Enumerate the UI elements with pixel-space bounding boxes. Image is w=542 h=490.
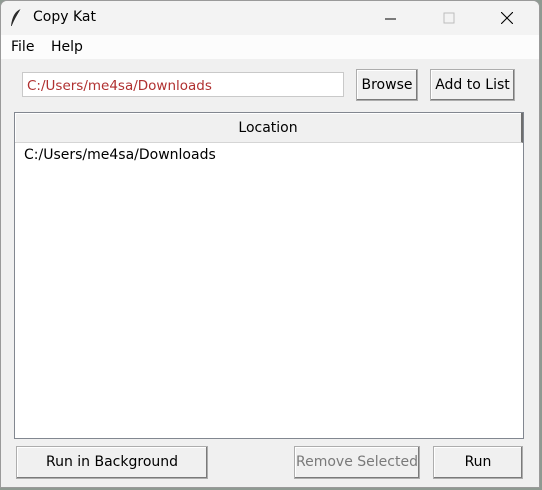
path-input[interactable]	[22, 72, 344, 97]
browse-button[interactable]: Browse	[356, 69, 418, 101]
title-bar[interactable]: Copy Kat	[1, 1, 539, 35]
location-list[interactable]: Location C:/Users/me4sa/Downloads	[14, 112, 524, 439]
menu-bar: File Help	[1, 35, 539, 59]
menu-file[interactable]: File	[11, 39, 34, 55]
close-icon	[501, 12, 513, 24]
run-button[interactable]: Run	[433, 446, 523, 479]
minimize-icon	[385, 18, 396, 20]
run-in-background-button[interactable]: Run in Background	[16, 446, 208, 479]
remove-selected-button: Remove Selected	[294, 446, 420, 479]
maximize-button	[426, 1, 472, 35]
feather-icon	[9, 8, 23, 28]
column-header-location[interactable]: Location	[15, 113, 523, 143]
close-button[interactable]	[484, 1, 530, 35]
window-title: Copy Kat	[33, 9, 96, 25]
app-window: Copy Kat File Help Browse Add to List Lo…	[0, 0, 540, 488]
add-to-list-button[interactable]: Add to List	[430, 69, 515, 101]
menu-help[interactable]: Help	[51, 39, 83, 55]
list-item[interactable]: C:/Users/me4sa/Downloads	[15, 145, 523, 165]
maximize-icon	[443, 12, 455, 24]
minimize-button[interactable]	[368, 1, 414, 35]
